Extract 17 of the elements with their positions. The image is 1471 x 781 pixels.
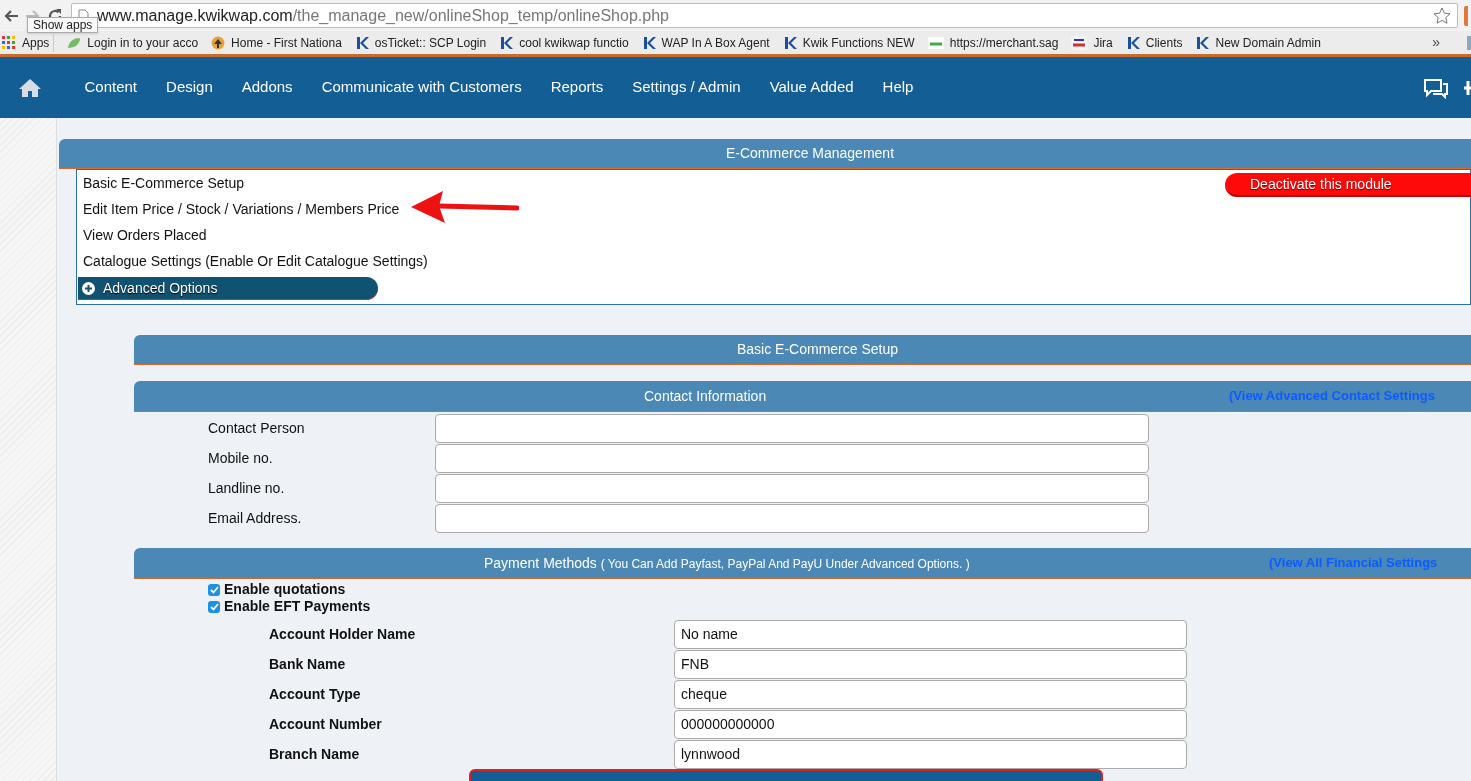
- section-header: E-Commerce Management: [59, 139, 1471, 169]
- field-label: Account Number: [268, 714, 383, 734]
- field-label: Mobile no.: [207, 448, 274, 468]
- field-label: Branch Name: [268, 744, 361, 764]
- field-label: Email Address.: [207, 508, 303, 528]
- checkbox-label: Enable EFT Payments: [224, 597, 371, 616]
- field-label: Account Type: [268, 684, 362, 704]
- section-title: Payment Methods ( You Can Add Payfast, PayPal And PayU Under Advanced Options. ): [484, 553, 970, 573]
- field-label: Account Holder Name: [268, 624, 417, 644]
- url-text: www.manage.kwikwap.com/the_manage_new/onlineShop_temp/onlineShop.php: [97, 5, 669, 26]
- field-label: Landline no.: [207, 478, 286, 498]
- tooltip: Show apps: [27, 17, 99, 33]
- section-header: Basic E-Commerce Setup: [134, 335, 1471, 365]
- checkbox-label: Enable quotations: [224, 580, 346, 599]
- section-title: Contact Information: [644, 386, 767, 406]
- field-label: Contact Person: [207, 418, 306, 438]
- field-label: Bank Name: [268, 654, 347, 674]
